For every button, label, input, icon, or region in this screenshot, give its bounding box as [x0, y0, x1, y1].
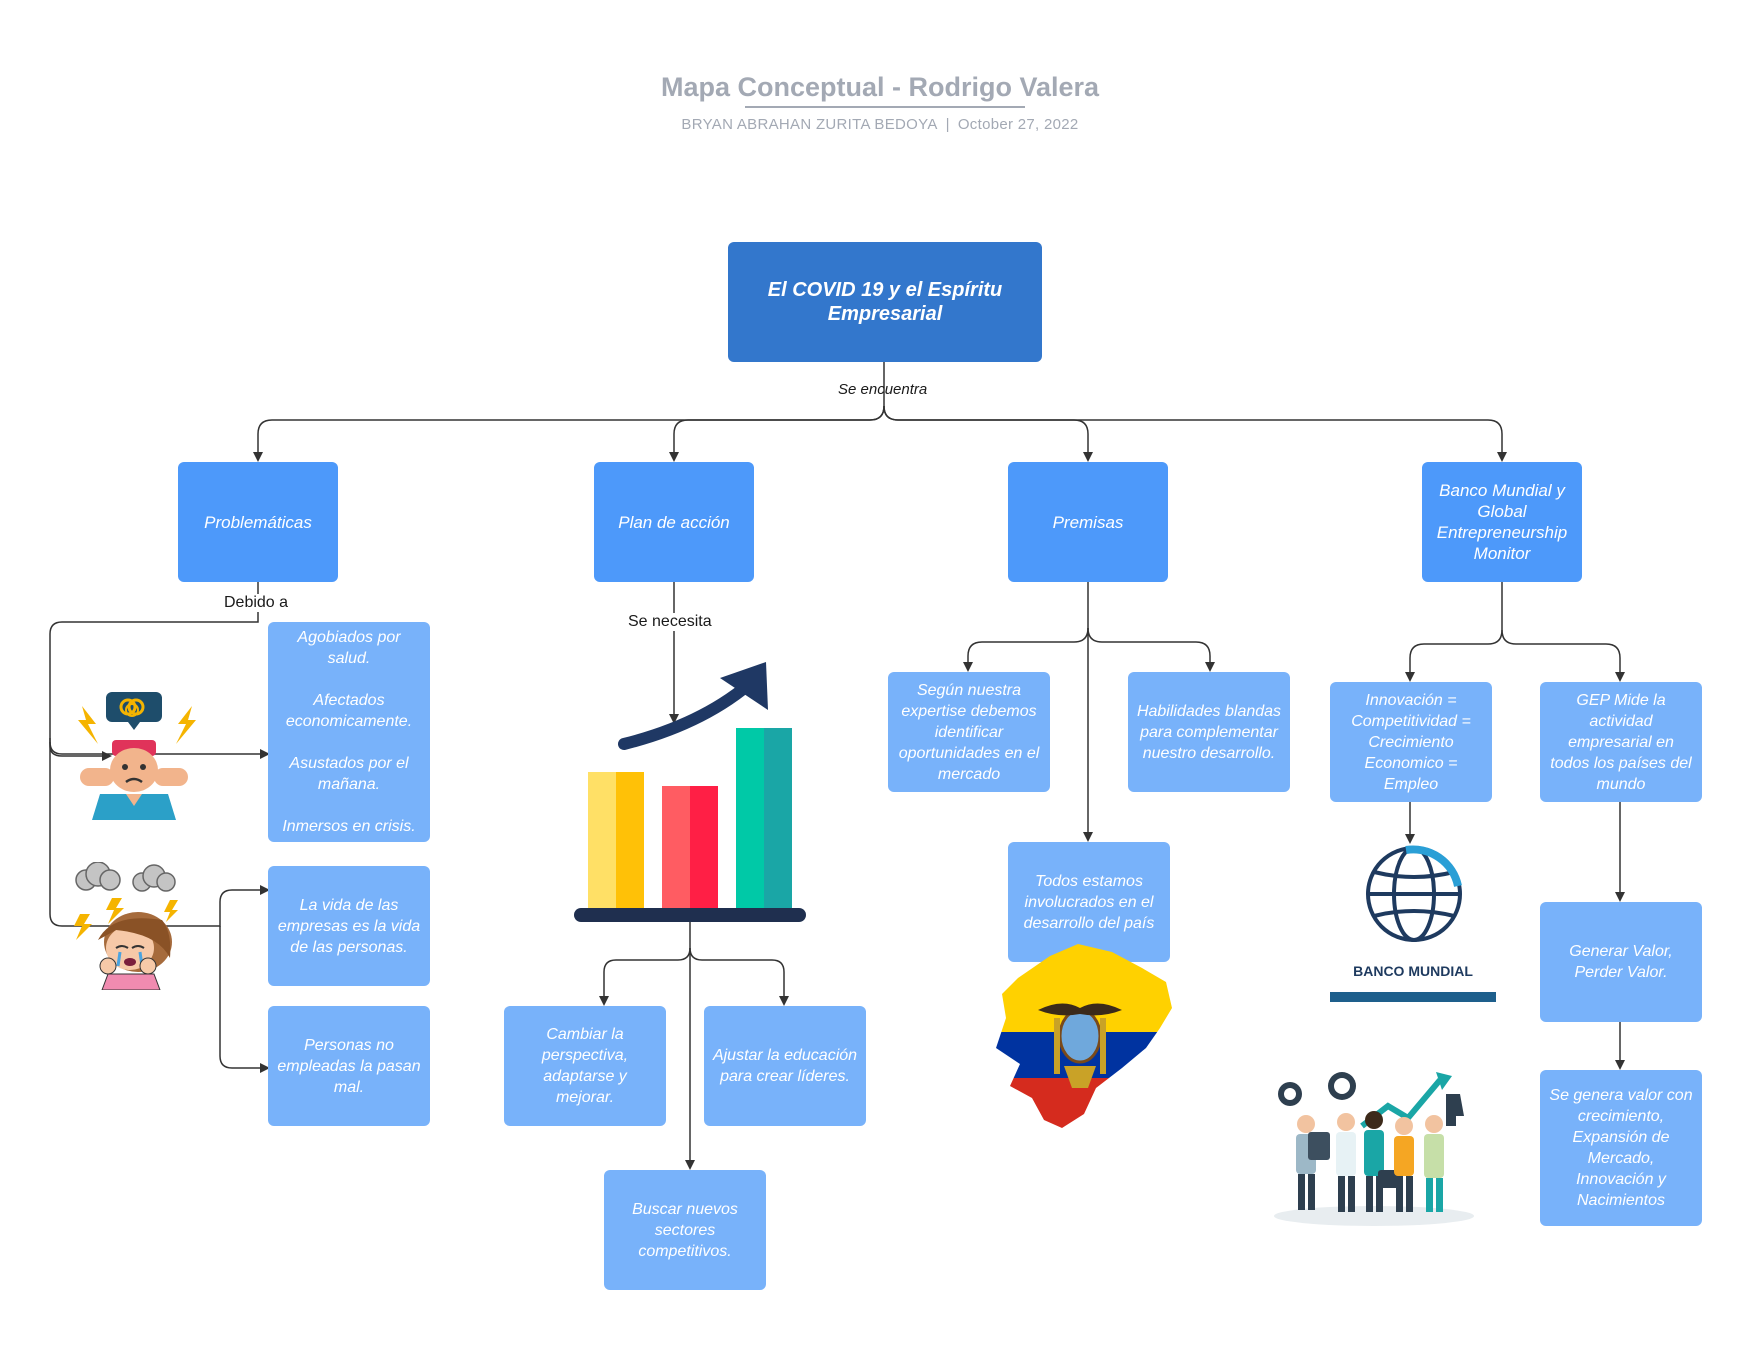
problematicas-item-2-text: La vida de las empresas es la vida de la… — [277, 896, 421, 956]
banco-item-2-text: GEP Mide la actividad empresarial en tod… — [1550, 691, 1692, 793]
world-bank-logo-text: BANCO MUNDIAL — [1353, 963, 1473, 979]
growth-bar-chart-icon — [574, 662, 806, 922]
plan-item-2[interactable]: Ajustar la educación para crear líderes. — [704, 1006, 866, 1126]
plan-accion-node[interactable]: Plan de acción — [594, 462, 754, 582]
crying-person-icon — [74, 862, 178, 990]
premisas-item-2[interactable]: Habilidades blandas para complementar nu… — [1128, 672, 1290, 792]
plan-item-3[interactable]: Buscar nuevos sectores competitivos. — [604, 1170, 766, 1290]
premisas-item-3-text: Todos estamos involucrados en el desarro… — [1023, 872, 1155, 932]
problematicas-item-3-text: Personas no empleadas la pasan mal. — [277, 1036, 421, 1096]
document-date: October 27, 2022 — [957, 116, 1079, 133]
problematicas-connector-label: Debido a — [222, 594, 291, 612]
problematicas-node[interactable]: Problemáticas — [178, 462, 338, 582]
page-title: Mapa Conceptual - Rodrigo Valera — [660, 72, 1100, 102]
premisas-item-1-text: Según nuestra expertise debemos identifi… — [898, 681, 1040, 783]
problematicas-item-3[interactable]: Personas no empleadas la pasan mal. — [268, 1006, 430, 1126]
plan-accion-label: Plan de acción — [618, 512, 730, 532]
banco-item-1-text: Innovación = Competitividad = Crecimient… — [1351, 691, 1471, 793]
problematicas-label: Problemáticas — [204, 512, 312, 532]
premisas-item-1[interactable]: Según nuestra expertise debemos identifi… — [888, 672, 1050, 792]
banco-mundial-label: Banco Mundial y Global Entrepreneurship … — [1436, 481, 1568, 563]
banco-item-4[interactable]: Se genera valor con crecimiento, Expansi… — [1540, 1070, 1702, 1226]
title-underline — [745, 106, 1025, 108]
root-concept-label: El COVID 19 y el Espíritu Empresarial — [767, 279, 1003, 325]
page-subtitle: BRYAN ABRAHAN ZURITA BEDOYA | October 27, … — [0, 116, 1760, 133]
root-concept-node[interactable]: El COVID 19 y el Espíritu Empresarial — [728, 242, 1042, 362]
world-bank-logo: BANCO MUNDIAL — [1330, 845, 1496, 1002]
banco-item-3[interactable]: Generar Valor, Perder Valor. — [1540, 902, 1702, 1022]
plan-item-2-text: Ajustar la educación para crear líderes. — [712, 1047, 858, 1085]
stressed-person-icon — [78, 692, 196, 820]
business-team-icon — [1274, 1072, 1474, 1226]
banco-item-3-text: Generar Valor, Perder Valor. — [1569, 943, 1673, 981]
connector-lines — [49, 362, 1625, 1170]
plan-item-3-text: Buscar nuevos sectores competitivos. — [632, 1200, 738, 1260]
subtitle-separator: | — [945, 116, 950, 133]
plan-connector-label: Se necesita — [626, 613, 714, 631]
banco-item-4-text: Se genera valor con crecimiento, Expansi… — [1549, 1087, 1693, 1209]
author-name: BRYAN ABRAHAN ZURITA BEDOYA — [681, 116, 938, 133]
ecuador-map-icon — [996, 944, 1172, 1128]
problematicas-item-2[interactable]: La vida de las empresas es la vida de la… — [268, 866, 430, 986]
plan-item-1[interactable]: Cambiar la perspectiva, adaptarse y mejo… — [504, 1006, 666, 1126]
banco-item-2[interactable]: GEP Mide la actividad empresarial en tod… — [1540, 682, 1702, 802]
premisas-item-2-text: Habilidades blandas para complementar nu… — [1136, 702, 1282, 762]
root-connector-label: Se encuentra — [838, 381, 928, 398]
premisas-label: Premisas — [1052, 512, 1124, 532]
problematicas-item-1-text: Agobiados por salud. Afectados economica… — [282, 629, 416, 835]
banco-mundial-node[interactable]: Banco Mundial y Global Entrepreneurship … — [1422, 462, 1582, 582]
plan-item-1-text: Cambiar la perspectiva, adaptarse y mejo… — [541, 1026, 629, 1106]
premisas-node[interactable]: Premisas — [1008, 462, 1168, 582]
banco-item-1[interactable]: Innovación = Competitividad = Crecimient… — [1330, 682, 1492, 802]
problematicas-item-1[interactable]: Agobiados por salud. Afectados economica… — [268, 622, 430, 842]
